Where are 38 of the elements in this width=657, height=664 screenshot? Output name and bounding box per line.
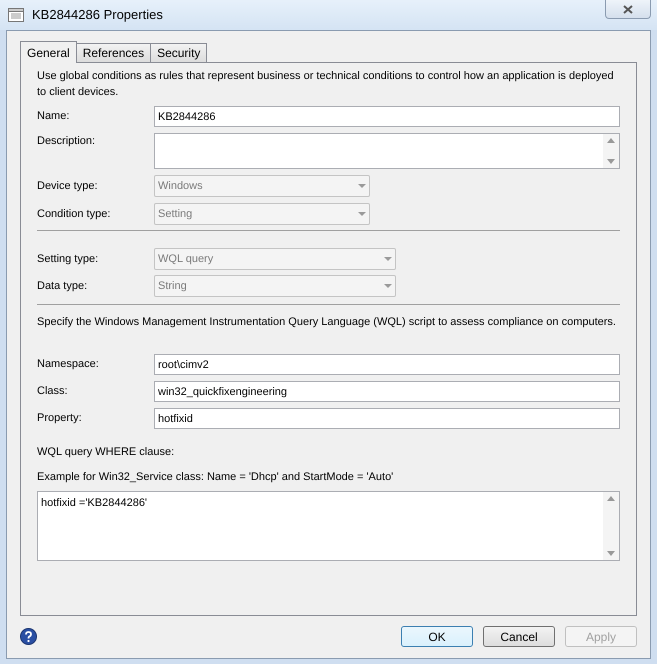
caret-icon — [358, 212, 366, 216]
close-button[interactable] — [605, 0, 651, 19]
tab[interactable]: References — [76, 43, 152, 62]
field-label: Setting type: — [37, 252, 100, 267]
field-label: Condition type: — [37, 206, 112, 222]
where-clause-field[interactable]: hotfixid ='KB2844286' — [37, 491, 620, 561]
scroll-up-icon[interactable] — [607, 496, 615, 501]
text-field[interactable]: root\cimv2 — [154, 354, 620, 375]
description-field[interactable] — [154, 133, 620, 169]
field-label: Device type: — [37, 178, 99, 194]
caret-icon — [384, 284, 392, 288]
tab[interactable]: General — [20, 41, 77, 63]
where-clause-label: WQL query WHERE clause: — [37, 445, 176, 460]
field-label: Namespace: — [37, 357, 100, 372]
field-label: Class: — [37, 384, 69, 400]
caret-icon — [384, 257, 392, 261]
text-field[interactable]: hotfixid — [154, 408, 620, 429]
help-icon[interactable] — [20, 628, 37, 645]
dialog-button[interactable]: OK — [401, 626, 473, 647]
field-label: Property: — [37, 411, 83, 426]
scroll-down-icon[interactable] — [607, 159, 615, 164]
field-label: Description: — [37, 134, 96, 149]
window-title: KB2844286 Properties — [32, 6, 163, 24]
close-icon — [623, 4, 633, 14]
example-text: Example for Win32_Service class: Name = 'Dhcp' and StartMode = 'Auto' — [37, 470, 394, 484]
caret-icon — [358, 184, 366, 188]
field-label: Name: — [37, 109, 70, 124]
scroll-down-icon[interactable] — [607, 551, 615, 556]
intro-text: Use global conditions as rules that represent business or technical conditions to control how an application is deployed to client devices. — [37, 69, 615, 100]
field-label: Data type: — [37, 278, 88, 294]
wql-instructions: Specify the Windows Management Instrumentation Query Language (WQL) script to assess compliance on computers. — [37, 315, 617, 330]
where-clause-text: hotfixid ='KB2844286' — [40, 496, 148, 511]
text-field[interactable]: win32_quickfixengineering — [154, 381, 620, 402]
scroll-up-icon[interactable] — [607, 138, 615, 143]
properties-icon — [8, 8, 24, 22]
text-field[interactable]: KB2844286 — [154, 106, 620, 127]
tab[interactable]: Security — [150, 43, 208, 62]
dialog-button[interactable]: Cancel — [483, 626, 555, 647]
